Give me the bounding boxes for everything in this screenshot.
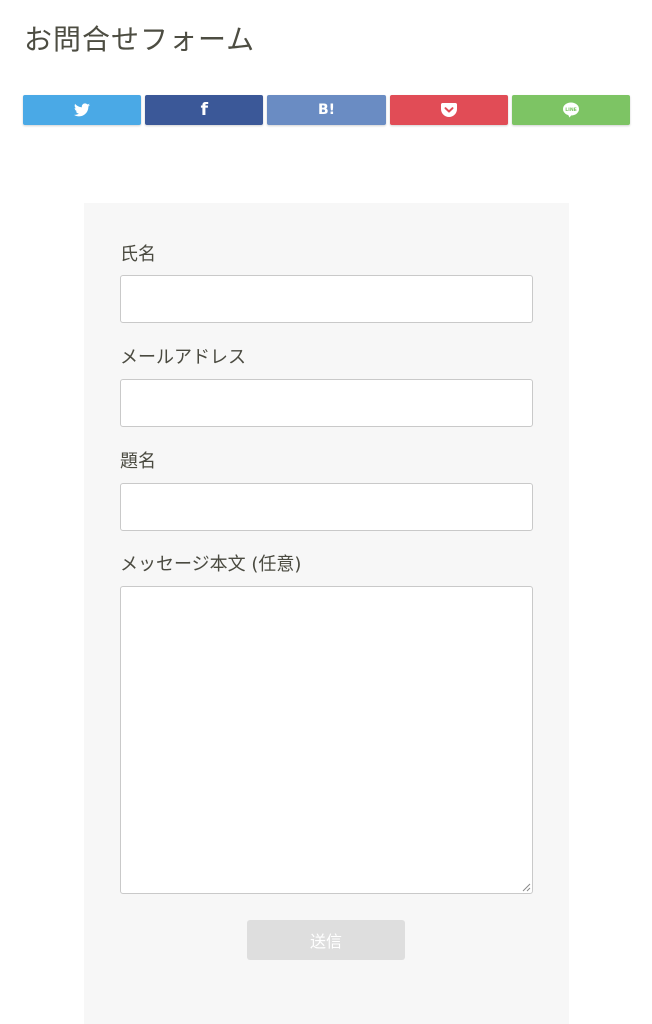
message-textarea[interactable] (120, 586, 533, 894)
submit-button[interactable]: 送信 (247, 920, 405, 960)
message-label: メッセージ本文 (任意) (120, 554, 302, 575)
email-input[interactable] (120, 379, 533, 427)
hatena-bookmark-icon: B! (317, 102, 336, 118)
contact-form: 氏名 メールアドレス 題名 メッセージ本文 (任意) 送信 (84, 203, 569, 1024)
hatena-bookmark-share-button[interactable]: B! (267, 95, 386, 125)
line-icon: LINE (562, 102, 579, 118)
twitter-share-button[interactable] (23, 95, 142, 125)
resize-handle-icon[interactable] (522, 883, 531, 892)
share-buttons-bar: f B! LINE (23, 95, 631, 125)
twitter-bird-icon (74, 103, 91, 117)
page-title: お問合せフォーム (24, 23, 256, 56)
line-icon-text: LINE (565, 107, 577, 113)
subject-input[interactable] (120, 483, 533, 531)
subject-label: 題名 (120, 451, 156, 472)
pocket-share-button[interactable] (389, 95, 508, 125)
email-label: メールアドレス (120, 347, 246, 368)
line-share-button[interactable]: LINE (511, 95, 631, 125)
facebook-f-icon: f (200, 100, 208, 120)
name-input[interactable] (120, 275, 533, 323)
name-label: 氏名 (120, 244, 156, 265)
facebook-share-button[interactable]: f (145, 95, 264, 125)
pocket-icon (440, 103, 457, 117)
